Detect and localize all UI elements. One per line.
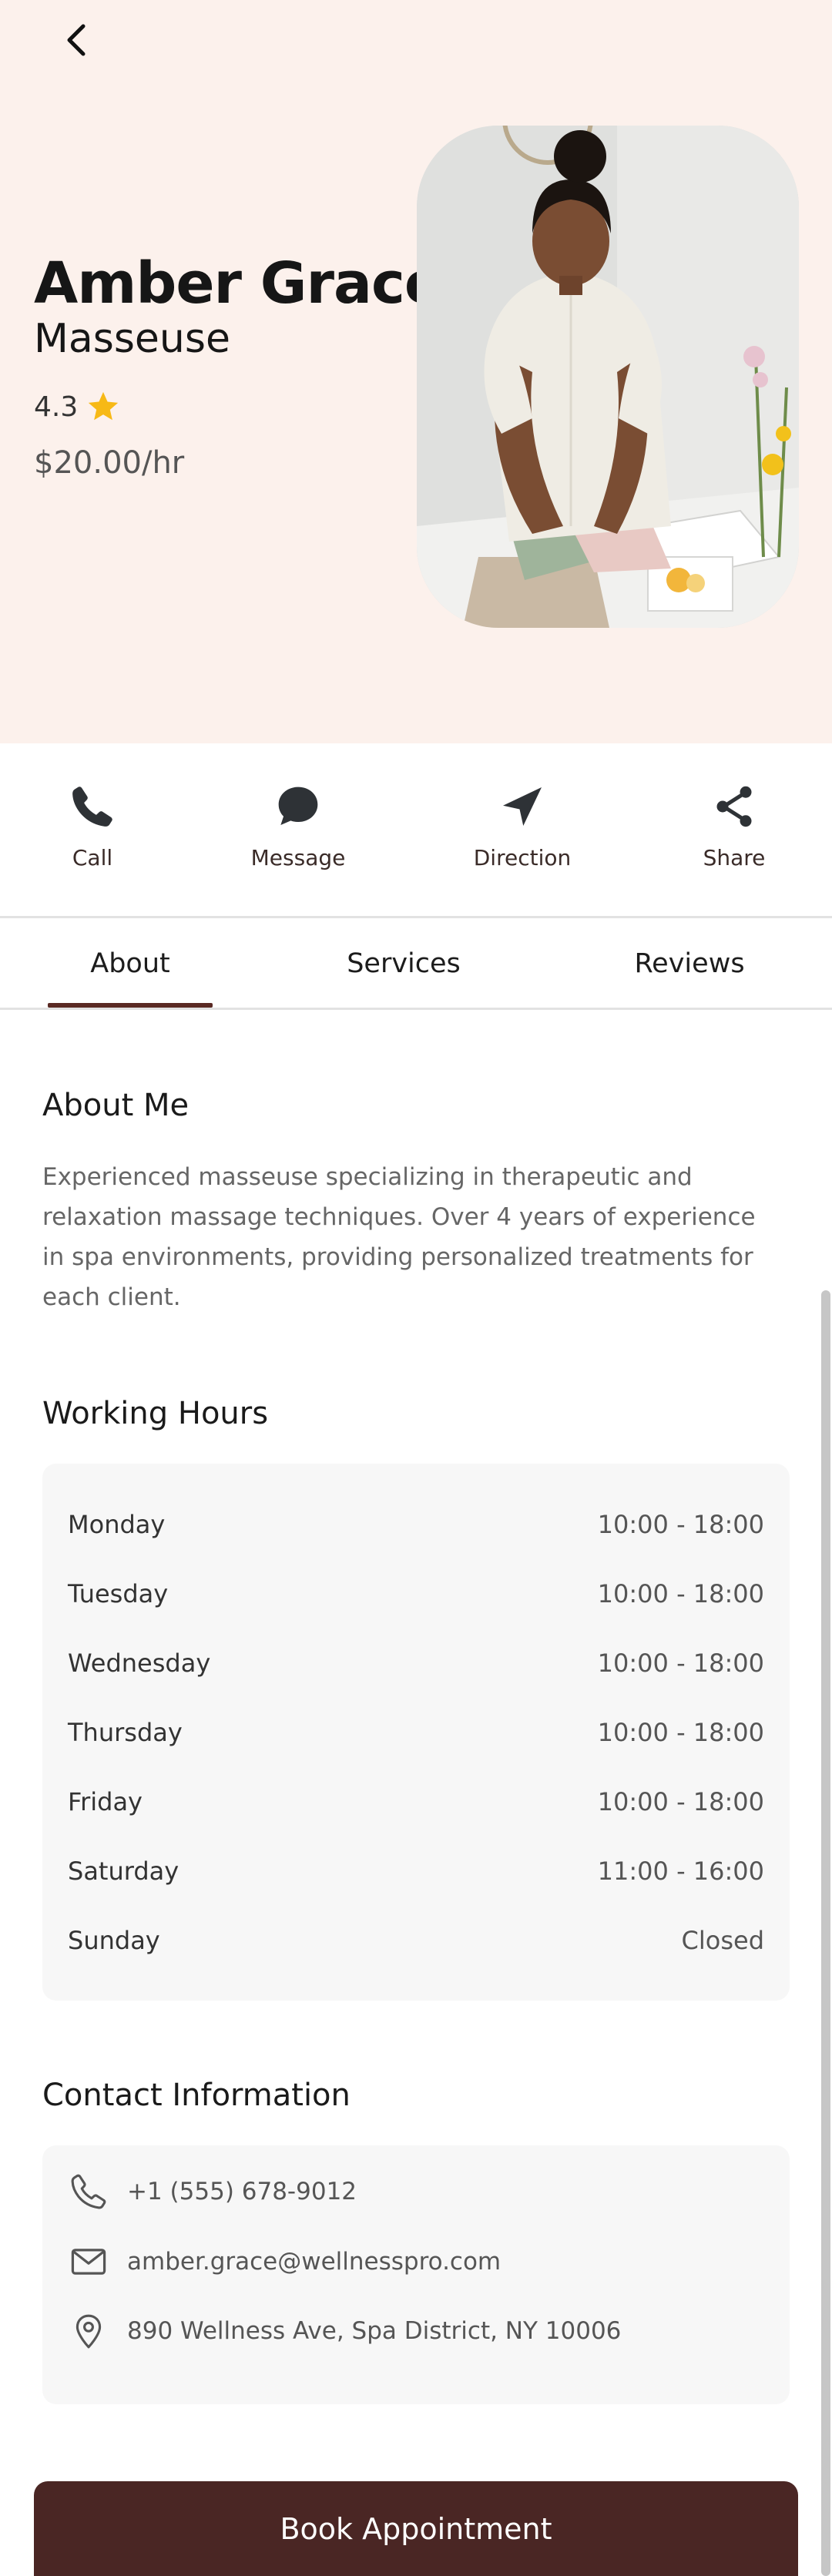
hours-day: Sunday [68, 1926, 160, 1955]
contact-address-row[interactable]: 890 Wellness Ave, Spa District, NY 10006 [65, 2308, 621, 2354]
contact-email-row[interactable]: amber.grace@wellnesspro.com [65, 2239, 501, 2285]
hours-time: 10:00 - 18:00 [597, 1718, 764, 1747]
divider [0, 1008, 832, 1010]
hours-row: Wednesday 10:00 - 18:00 [68, 1640, 764, 1686]
hours-time: 11:00 - 16:00 [597, 1857, 764, 1886]
contact-phone: +1 (555) 678-9012 [127, 2178, 357, 2205]
hours-time: 10:00 - 18:00 [597, 1787, 764, 1816]
hours-day: Monday [68, 1510, 166, 1539]
chevron-left-icon [67, 24, 86, 56]
about-title: About Me [42, 1088, 190, 1123]
message-label: Message [250, 845, 346, 870]
contact-address: 890 Wellness Ave, Spa District, NY 10006 [127, 2317, 622, 2345]
hours-row: Sunday Closed [68, 1917, 764, 1964]
contact-title: Contact Information [42, 2078, 351, 2113]
star-icon [89, 391, 119, 421]
hours-row: Friday 10:00 - 18:00 [68, 1779, 764, 1825]
tab-services[interactable]: Services [322, 918, 485, 1009]
direction-action[interactable]: Direction [461, 743, 584, 917]
hours-row: Saturday 11:00 - 16:00 [68, 1848, 764, 1894]
hours-row: Monday 10:00 - 18:00 [68, 1501, 764, 1548]
working-hours-title: Working Hours [42, 1396, 269, 1431]
hours-day: Thursday [68, 1718, 183, 1747]
rating: 4.3 [34, 385, 121, 428]
share-icon [706, 779, 762, 834]
share-action[interactable]: Share [673, 743, 796, 917]
provider-name: Amber Grace [34, 250, 443, 317]
call-label: Call [72, 845, 113, 870]
tab-bar: About Services Reviews [0, 918, 832, 1009]
contact-phone-row[interactable]: +1 (555) 678-9012 [65, 2168, 357, 2215]
contact-card: +1 (555) 678-9012 amber.grace@wellnesspr… [42, 2145, 790, 2404]
rating-value: 4.3 [34, 391, 79, 423]
profile-photo [417, 126, 799, 628]
tab-reviews[interactable]: Reviews [609, 918, 770, 1009]
hours-day: Wednesday [68, 1649, 211, 1678]
map-pin-icon [65, 2308, 112, 2354]
hours-time: 10:00 - 18:00 [597, 1579, 764, 1608]
back-button[interactable] [54, 17, 100, 63]
hours-row: Thursday 10:00 - 18:00 [68, 1709, 764, 1756]
phone-icon [65, 779, 120, 834]
hours-day: Saturday [68, 1857, 179, 1886]
call-action[interactable]: Call [31, 743, 154, 917]
tab-about[interactable]: About [48, 918, 213, 1009]
share-label: Share [703, 845, 766, 870]
hours-time: Closed [681, 1926, 764, 1955]
hours-day: Friday [68, 1787, 143, 1816]
profile-hero: Amber Grace Masseuse 4.3 $20.00/hr [0, 0, 832, 743]
about-text: Experienced masseuse specializing in the… [42, 1163, 756, 1311]
navigation-arrow-icon [495, 779, 550, 834]
hours-time: 10:00 - 18:00 [597, 1510, 764, 1539]
book-appointment-button[interactable]: Book Appointment [34, 2481, 798, 2576]
hours-day: Tuesday [68, 1579, 169, 1608]
hourly-price: $20.00/hr [34, 445, 185, 481]
hours-row: Tuesday 10:00 - 18:00 [68, 1571, 764, 1617]
phone-outline-icon [65, 2168, 112, 2215]
direction-label: Direction [473, 845, 572, 870]
quick-actions: Call Message Direction Share [0, 743, 832, 917]
message-action[interactable]: Message [237, 743, 360, 917]
scrollbar[interactable] [821, 1290, 830, 2576]
mail-icon [65, 2239, 112, 2285]
chat-bubble-icon [270, 779, 326, 834]
working-hours-card: Monday 10:00 - 18:00 Tuesday 10:00 - 18:… [42, 1464, 790, 2001]
provider-role: Masseuse [34, 316, 230, 362]
contact-email: amber.grace@wellnesspro.com [127, 2248, 502, 2276]
hours-time: 10:00 - 18:00 [597, 1649, 764, 1678]
